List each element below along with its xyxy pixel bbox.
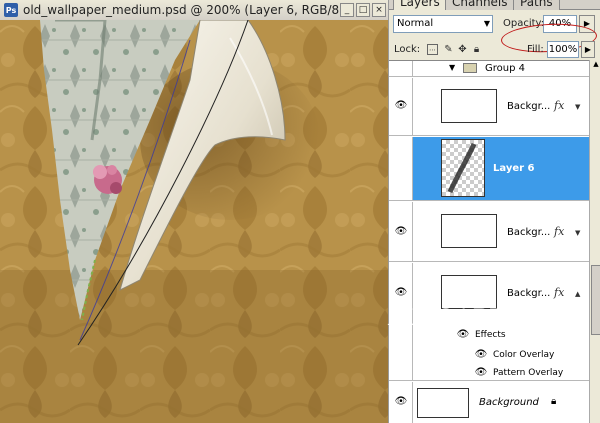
- eye-icon[interactable]: 👁︎: [393, 287, 409, 299]
- lock-transparency-icon[interactable]: ⋯: [427, 44, 438, 55]
- layers-list: ▼ Group 4 👁︎ Backgr... fx ▼ Layer 6 👁︎ B…: [389, 60, 589, 423]
- layer-thumbnail: [441, 89, 497, 123]
- fill-label: Fill:: [527, 44, 544, 55]
- panel-tabs: Layers Channels Paths: [389, 0, 600, 10]
- layer-row[interactable]: 👁︎ Backgr... fx ▼: [389, 202, 589, 262]
- tab-channels[interactable]: Channels: [445, 0, 515, 10]
- scroll-thumb[interactable]: [591, 265, 600, 335]
- lock-move-icon[interactable]: ✥: [457, 44, 468, 55]
- effect-eye-icon[interactable]: 👁︎: [473, 367, 489, 379]
- layer-name: Group 4: [485, 63, 525, 74]
- eye-cell: [389, 137, 413, 200]
- close-icon[interactable]: ×: [372, 3, 386, 17]
- lock-all-icon[interactable]: 🔒︎: [471, 44, 482, 55]
- eye-icon[interactable]: 👁︎: [393, 100, 409, 112]
- layer-row-background[interactable]: 👁︎ Background 🔒︎: [389, 382, 589, 423]
- eye-icon[interactable]: 👁︎: [393, 226, 409, 238]
- effect-eye-icon[interactable]: 👁︎: [473, 349, 489, 361]
- canvas[interactable]: [0, 20, 388, 423]
- document-window: Ps old_wallpaper_medium.psd @ 200% (Laye…: [0, 0, 388, 423]
- collapse-arrow-icon[interactable]: ▲: [575, 290, 580, 298]
- blend-row: Normal ▼ Opacity: 40% ▶: [389, 13, 600, 55]
- layer-thumbnail: [441, 139, 485, 197]
- effects-label: Effects: [475, 330, 506, 340]
- minimize-icon[interactable]: _: [340, 3, 354, 17]
- tab-paths[interactable]: Paths: [513, 0, 560, 10]
- blend-mode-value: Normal: [397, 18, 434, 29]
- layer-thumbnail: [441, 214, 497, 248]
- layer-thumbnail: [417, 388, 469, 418]
- chevron-down-icon: ▼: [483, 19, 490, 28]
- expand-arrow-icon[interactable]: ▼: [575, 229, 580, 237]
- scroll-up-icon[interactable]: ▲: [591, 60, 600, 70]
- layer-name: Backgr...: [507, 101, 551, 112]
- lock-icon: 🔒︎: [551, 396, 557, 407]
- layer-row-selected[interactable]: Layer 6: [389, 137, 589, 201]
- layer-name: Backgr...: [507, 227, 551, 238]
- layer-name: Backgr...: [507, 288, 551, 299]
- stroke-preview: [447, 143, 477, 194]
- document-title: old_wallpaper_medium.psd @ 200% (Layer 6…: [23, 3, 344, 17]
- canvas-artwork: [0, 20, 388, 423]
- fx-icon[interactable]: fx: [554, 225, 564, 238]
- lock-label: Lock:: [394, 44, 421, 55]
- layers-scrollbar[interactable]: ▲: [589, 60, 600, 423]
- eye-cell: [389, 61, 413, 76]
- effect-color-overlay[interactable]: Color Overlay: [493, 350, 554, 360]
- fx-icon[interactable]: fx: [554, 286, 564, 299]
- expand-arrow-icon[interactable]: ▼: [575, 103, 580, 111]
- lock-row: Lock: ⋯ ✎ ✥ 🔒︎ Fill: 100% ▶: [389, 40, 600, 60]
- tab-layers[interactable]: Layers: [393, 0, 447, 10]
- document-title-bar[interactable]: Ps old_wallpaper_medium.psd @ 200% (Laye…: [0, 0, 388, 20]
- effect-pattern-overlay[interactable]: Pattern Overlay: [493, 368, 563, 378]
- layer-thumbnail: [441, 275, 497, 309]
- fx-icon[interactable]: fx: [554, 99, 564, 112]
- eye-icon[interactable]: 👁︎: [393, 396, 409, 408]
- maximize-icon[interactable]: □: [356, 3, 370, 17]
- layers-panel: Layers Channels Paths Normal ▼ Opacity: …: [388, 0, 600, 423]
- fill-slider-arrow-icon[interactable]: ▶: [581, 41, 595, 58]
- layer-name: Background: [479, 397, 539, 408]
- blend-mode-select[interactable]: Normal ▼: [393, 15, 493, 33]
- lock-brush-icon[interactable]: ✎: [443, 44, 454, 55]
- watermark: ALFOART.COM: [388, 306, 571, 331]
- ps-icon: Ps: [4, 3, 18, 17]
- folder-icon: [463, 63, 477, 73]
- group-expand-icon[interactable]: ▼: [449, 63, 455, 72]
- layer-name: Layer 6: [493, 163, 535, 174]
- layer-row[interactable]: 👁︎ Backgr... fx ▼: [389, 78, 589, 136]
- layer-row-group[interactable]: ▼ Group 4: [389, 61, 589, 77]
- fill-input[interactable]: 100%: [547, 41, 579, 58]
- photoshop-screen: Ps old_wallpaper_medium.psd @ 200% (Laye…: [0, 0, 600, 423]
